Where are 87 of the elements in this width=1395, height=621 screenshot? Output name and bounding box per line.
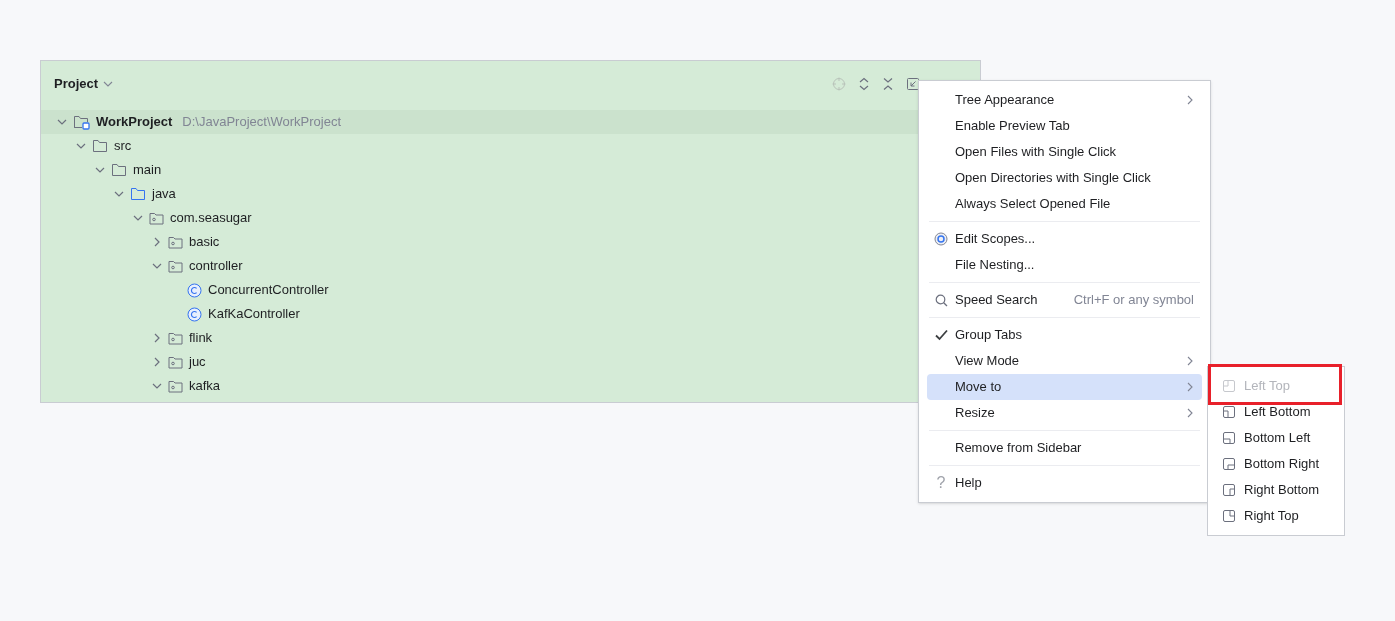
- menu-item[interactable]: Edit Scopes...: [927, 226, 1202, 252]
- folder-icon: [92, 139, 108, 153]
- tree-item-label[interactable]: main: [133, 160, 162, 180]
- menu-item-label: Help: [955, 474, 982, 493]
- menu-item[interactable]: Tree Appearance: [927, 87, 1202, 113]
- layout-icon: [1222, 431, 1236, 445]
- submenu-item[interactable]: Bottom Right: [1244, 454, 1320, 474]
- project-folder-icon: [73, 114, 90, 130]
- chevron-right-icon: [1186, 408, 1194, 418]
- chevron-right-icon[interactable]: [152, 237, 162, 247]
- search-icon: [934, 293, 948, 307]
- menu-item[interactable]: Speed Search Ctrl+F or any symbol: [927, 287, 1202, 313]
- chevron-right-icon: [1186, 356, 1194, 366]
- chevron-right-icon: [1186, 382, 1194, 392]
- chevron-right-icon[interactable]: [152, 333, 162, 343]
- menu-item[interactable]: ? Help: [927, 470, 1202, 496]
- chevron-down-icon[interactable]: [57, 117, 67, 127]
- chevron-down-icon[interactable]: [152, 381, 162, 391]
- layout-icon: [1222, 379, 1236, 393]
- tree-item-label[interactable]: controller: [189, 256, 243, 276]
- chevron-down-icon[interactable]: [152, 261, 162, 271]
- menu-item[interactable]: View Mode: [927, 348, 1202, 374]
- tree-item-label[interactable]: ConcurrentController: [208, 280, 329, 300]
- menu-item-label: Edit Scopes...: [955, 230, 1036, 249]
- collapse-icon[interactable]: [882, 76, 894, 91]
- panel-title[interactable]: Project: [54, 73, 99, 94]
- chevron-right-icon[interactable]: [152, 357, 162, 367]
- package-folder-icon: [168, 355, 183, 369]
- menu-item-label: Enable Preview Tab: [955, 117, 1070, 136]
- shortcut-hint: Ctrl+F or any symbol: [1073, 291, 1194, 310]
- menu-item[interactable]: Move to: [927, 374, 1202, 400]
- menu-item[interactable]: Enable Preview Tab: [927, 113, 1202, 139]
- menu-item-label: Speed Search: [955, 291, 1038, 310]
- tree-item-label[interactable]: java: [152, 184, 176, 204]
- submenu-item[interactable]: Bottom Left: [1244, 428, 1311, 448]
- package-folder-icon: [168, 235, 183, 249]
- radio-icon: [934, 232, 948, 246]
- package-folder-icon: [168, 331, 183, 345]
- help-icon: ?: [936, 475, 946, 491]
- tree-item-label[interactable]: basic: [189, 232, 220, 252]
- tree-item-label[interactable]: flink: [189, 328, 213, 348]
- menu-item-label: Resize: [955, 404, 995, 423]
- chevron-down-icon[interactable]: [95, 165, 105, 175]
- chevron-down-icon[interactable]: [114, 189, 124, 199]
- package-folder-icon: [149, 211, 164, 225]
- layout-icon: [1222, 509, 1236, 523]
- layout-icon: [1222, 405, 1236, 419]
- tree-item-label[interactable]: kafka: [189, 376, 221, 396]
- tree-item-label[interactable]: com.seasugar: [170, 208, 252, 228]
- menu-item-label: Open Directories with Single Click: [955, 169, 1151, 188]
- package-folder-icon: [168, 259, 183, 273]
- menu-item[interactable]: Remove from Sidebar: [927, 435, 1202, 461]
- submenu-item[interactable]: Right Bottom: [1244, 480, 1320, 500]
- tree-item-label[interactable]: KafKaController: [208, 304, 300, 324]
- menu-item[interactable]: Always Select Opened File: [927, 191, 1202, 217]
- tree-item-label[interactable]: juc: [189, 352, 206, 372]
- tree-item-label[interactable]: src: [114, 136, 132, 156]
- class-icon: [187, 282, 202, 298]
- menu-item-label: Move to: [955, 378, 1002, 397]
- chevron-down-icon[interactable]: [76, 141, 86, 151]
- menu-item[interactable]: Resize: [927, 400, 1202, 426]
- menu-item-label: Always Select Opened File: [955, 195, 1111, 214]
- menu-item[interactable]: File Nesting...: [927, 252, 1202, 278]
- chevron-right-icon: [1186, 95, 1194, 105]
- layout-icon: [1222, 457, 1236, 471]
- folder-icon: [130, 187, 146, 201]
- expand-icon[interactable]: [858, 76, 870, 91]
- menu-item[interactable]: Open Directories with Single Click: [927, 165, 1202, 191]
- menu-item-label: Remove from Sidebar: [955, 439, 1082, 458]
- menu-item-label: Open Files with Single Click: [955, 143, 1117, 162]
- menu-item[interactable]: Open Files with Single Click: [927, 139, 1202, 165]
- menu-item-label: Group Tabs: [955, 326, 1022, 345]
- chevron-down-icon[interactable]: [133, 213, 143, 223]
- submenu-item[interactable]: Left Bottom: [1244, 402, 1311, 422]
- layout-icon: [1222, 483, 1236, 497]
- submenu-item[interactable]: Right Top: [1244, 506, 1299, 526]
- minimize-icon[interactable]: [906, 76, 920, 91]
- menu-item-label: File Nesting...: [955, 256, 1035, 275]
- project-path: D:\JavaProject\WorkProject: [182, 113, 342, 132]
- tree-item-label[interactable]: WorkProject: [96, 112, 173, 132]
- package-folder-icon: [168, 379, 183, 393]
- menu-item[interactable]: Group Tabs: [927, 322, 1202, 348]
- menu-item-label: Tree Appearance: [955, 91, 1055, 110]
- check-icon: [934, 329, 948, 341]
- folder-icon: [111, 163, 127, 177]
- class-icon: [187, 306, 202, 322]
- menu-item-label: View Mode: [955, 352, 1020, 371]
